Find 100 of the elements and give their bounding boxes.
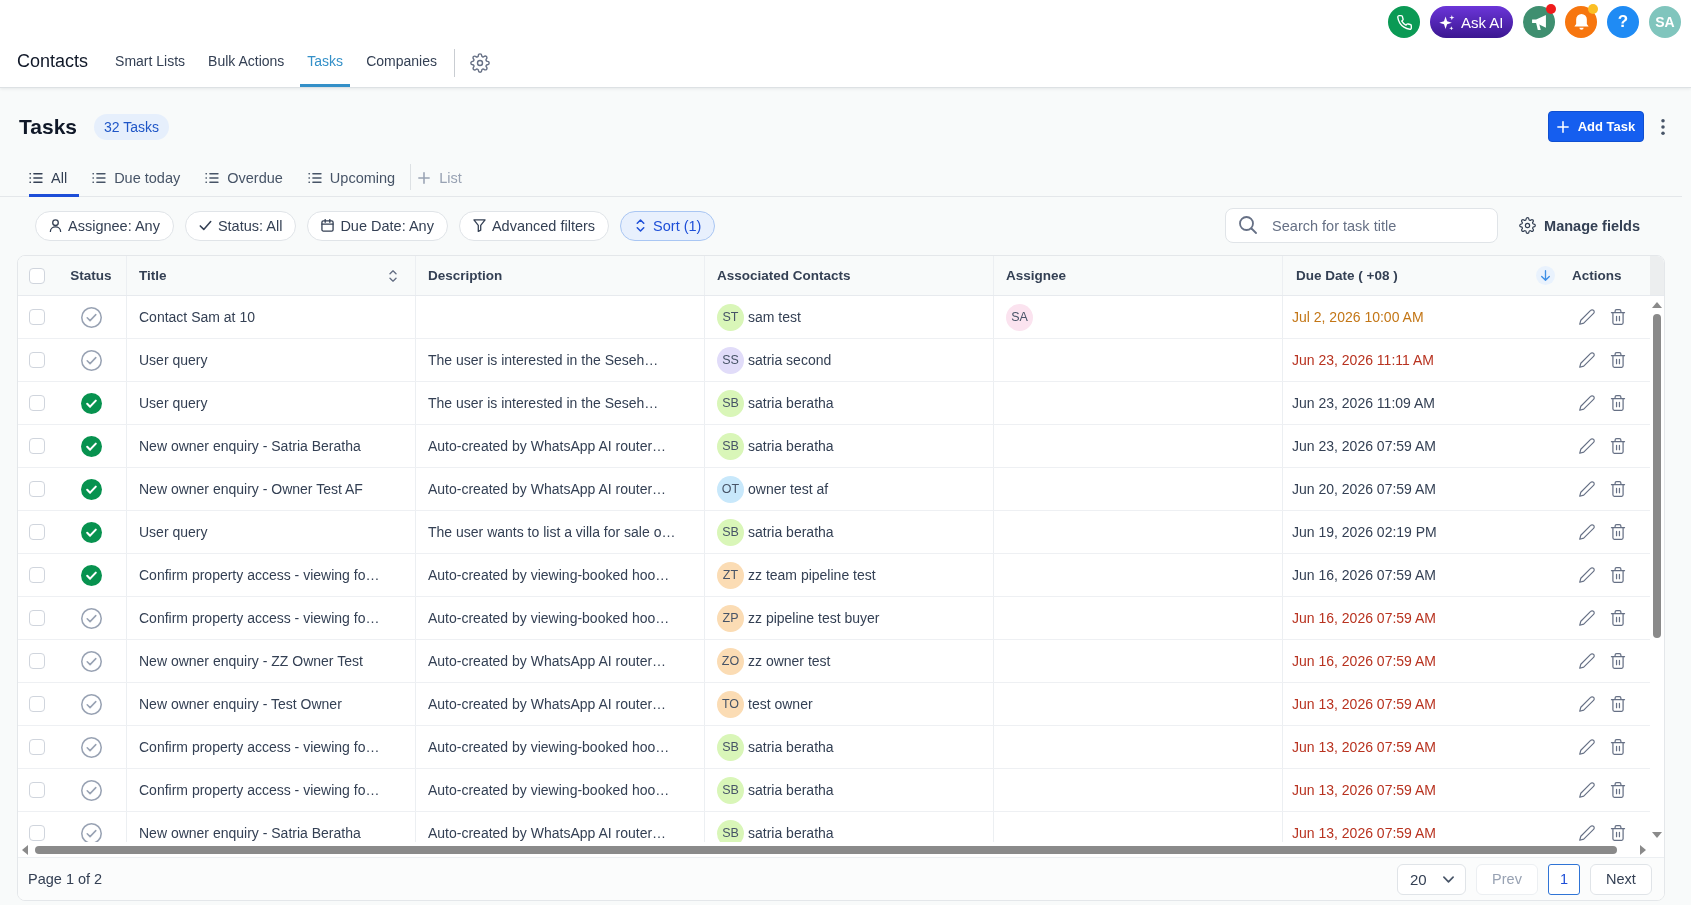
row-checkbox[interactable] <box>29 352 45 368</box>
pencil-icon[interactable] <box>1579 782 1595 798</box>
add-task-button[interactable]: Add Task <box>1548 111 1644 142</box>
task-description: The user is interested in the Seseh… <box>428 395 659 411</box>
view-tab[interactable]: All <box>29 162 80 197</box>
arrow-down-icon[interactable] <box>1536 266 1555 285</box>
row-checkbox[interactable] <box>29 610 45 626</box>
pencil-icon[interactable] <box>1579 352 1595 368</box>
contact-name: satria beratha <box>748 739 834 755</box>
row-checkbox[interactable] <box>29 395 45 411</box>
view-tab[interactable]: Overdue <box>205 162 295 197</box>
check-circle-icon[interactable] <box>80 607 102 629</box>
pencil-icon[interactable] <box>1579 567 1595 583</box>
row-checkbox[interactable] <box>29 481 45 497</box>
check-circle-icon[interactable] <box>80 779 102 801</box>
nav-tab[interactable]: Smart Lists <box>108 44 193 87</box>
contact-name: sam test <box>748 309 801 325</box>
filter-chip[interactable]: Due Date: Any <box>307 210 448 241</box>
pencil-icon[interactable] <box>1579 481 1595 497</box>
manage-fields-button[interactable]: Manage fields <box>1519 217 1640 234</box>
row-checkbox[interactable] <box>29 653 45 669</box>
list-icon <box>29 172 43 184</box>
row-checkbox[interactable] <box>29 567 45 583</box>
nav-tab[interactable]: Bulk Actions <box>201 44 292 87</box>
trash-icon[interactable] <box>1610 395 1626 411</box>
view-tab[interactable]: Due today <box>92 162 193 197</box>
check-circle-icon[interactable] <box>80 306 102 328</box>
contact-name: satria second <box>748 352 832 368</box>
column-header: Due Date ( +08 ) <box>1296 268 1398 283</box>
page-button[interactable]: 1 <box>1548 863 1580 895</box>
scrollbar-thumb[interactable] <box>35 845 1617 854</box>
plus-icon <box>418 171 431 184</box>
check-circle-icon[interactable] <box>80 693 102 715</box>
contact-avatar: SB <box>717 432 744 460</box>
column-header: Associated Contacts <box>717 268 851 283</box>
settings-icon[interactable] <box>469 53 490 73</box>
filter-chip[interactable]: Advanced filters <box>458 210 610 241</box>
pencil-icon[interactable] <box>1579 739 1595 755</box>
more-options-icon[interactable] <box>1661 118 1665 135</box>
trash-icon[interactable] <box>1610 438 1626 454</box>
contact-avatar: SB <box>717 819 744 842</box>
pencil-icon[interactable] <box>1579 438 1595 454</box>
check-circle-icon[interactable] <box>80 736 102 758</box>
trash-icon[interactable] <box>1610 567 1626 583</box>
check-circle-icon[interactable] <box>80 349 102 371</box>
row-checkbox[interactable] <box>29 739 45 755</box>
trash-icon[interactable] <box>1610 481 1626 497</box>
task-title: User query <box>139 352 208 368</box>
pencil-icon[interactable] <box>1579 524 1595 540</box>
task-description: The user wants to list a villa for sale o… <box>428 524 676 540</box>
scroll-up-icon[interactable] <box>1652 302 1662 308</box>
trash-icon[interactable] <box>1610 352 1626 368</box>
trash-icon[interactable] <box>1610 524 1626 540</box>
ask-ai-button[interactable]: Ask AI <box>1430 6 1513 38</box>
pencil-icon[interactable] <box>1579 696 1595 712</box>
row-checkbox[interactable] <box>29 309 45 325</box>
filter-chip[interactable]: Sort (1) <box>620 210 716 241</box>
scrollbar-thumb[interactable] <box>1653 314 1661 638</box>
task-description: Auto-created by viewing-booked hoo… <box>428 782 670 798</box>
row-checkbox[interactable] <box>29 782 45 798</box>
pencil-icon[interactable] <box>1579 825 1595 841</box>
trash-icon[interactable] <box>1610 825 1626 841</box>
row-checkbox[interactable] <box>29 524 45 540</box>
nav-tab[interactable]: Tasks <box>300 44 351 87</box>
filter-chip[interactable]: Status: All <box>184 210 297 241</box>
search-field[interactable]: Search for task title <box>1225 208 1499 243</box>
check-circle-icon[interactable] <box>80 435 102 457</box>
phone-button[interactable] <box>1388 6 1420 38</box>
gear-icon <box>1519 217 1537 234</box>
view-tab[interactable]: Upcoming <box>307 162 408 197</box>
pencil-icon[interactable] <box>1579 395 1595 411</box>
trash-icon[interactable] <box>1610 653 1626 669</box>
check-circle-icon[interactable] <box>80 478 102 500</box>
notifications-button[interactable] <box>1565 6 1597 38</box>
trash-icon[interactable] <box>1610 696 1626 712</box>
check-circle-icon[interactable] <box>80 392 102 414</box>
page-size-select[interactable]: 20 <box>1397 863 1466 895</box>
trash-icon[interactable] <box>1610 610 1626 626</box>
sparkle-icon <box>1439 14 1455 30</box>
sort-icon[interactable] <box>389 269 397 282</box>
announcements-button[interactable] <box>1523 6 1555 38</box>
row-checkbox[interactable] <box>29 438 45 454</box>
select-all-checkbox[interactable] <box>29 267 45 284</box>
nav-tab[interactable]: Companies <box>359 44 444 87</box>
trash-icon[interactable] <box>1610 782 1626 798</box>
check-circle-icon[interactable] <box>80 521 102 543</box>
pencil-icon[interactable] <box>1579 309 1595 325</box>
row-checkbox[interactable] <box>29 696 45 712</box>
check-circle-icon[interactable] <box>80 564 102 586</box>
pencil-icon[interactable] <box>1579 610 1595 626</box>
next-button[interactable]: Next <box>1590 863 1652 895</box>
row-checkbox[interactable] <box>29 825 45 841</box>
contact-name: owner test af <box>748 481 829 497</box>
trash-icon[interactable] <box>1610 739 1626 755</box>
contact-name: satria beratha <box>748 438 834 454</box>
check-circle-icon[interactable] <box>80 650 102 672</box>
trash-icon[interactable] <box>1610 309 1626 325</box>
pencil-icon[interactable] <box>1579 653 1595 669</box>
contact-avatar: SB <box>717 389 744 417</box>
filter-chip[interactable]: Assignee: Any <box>35 210 174 241</box>
